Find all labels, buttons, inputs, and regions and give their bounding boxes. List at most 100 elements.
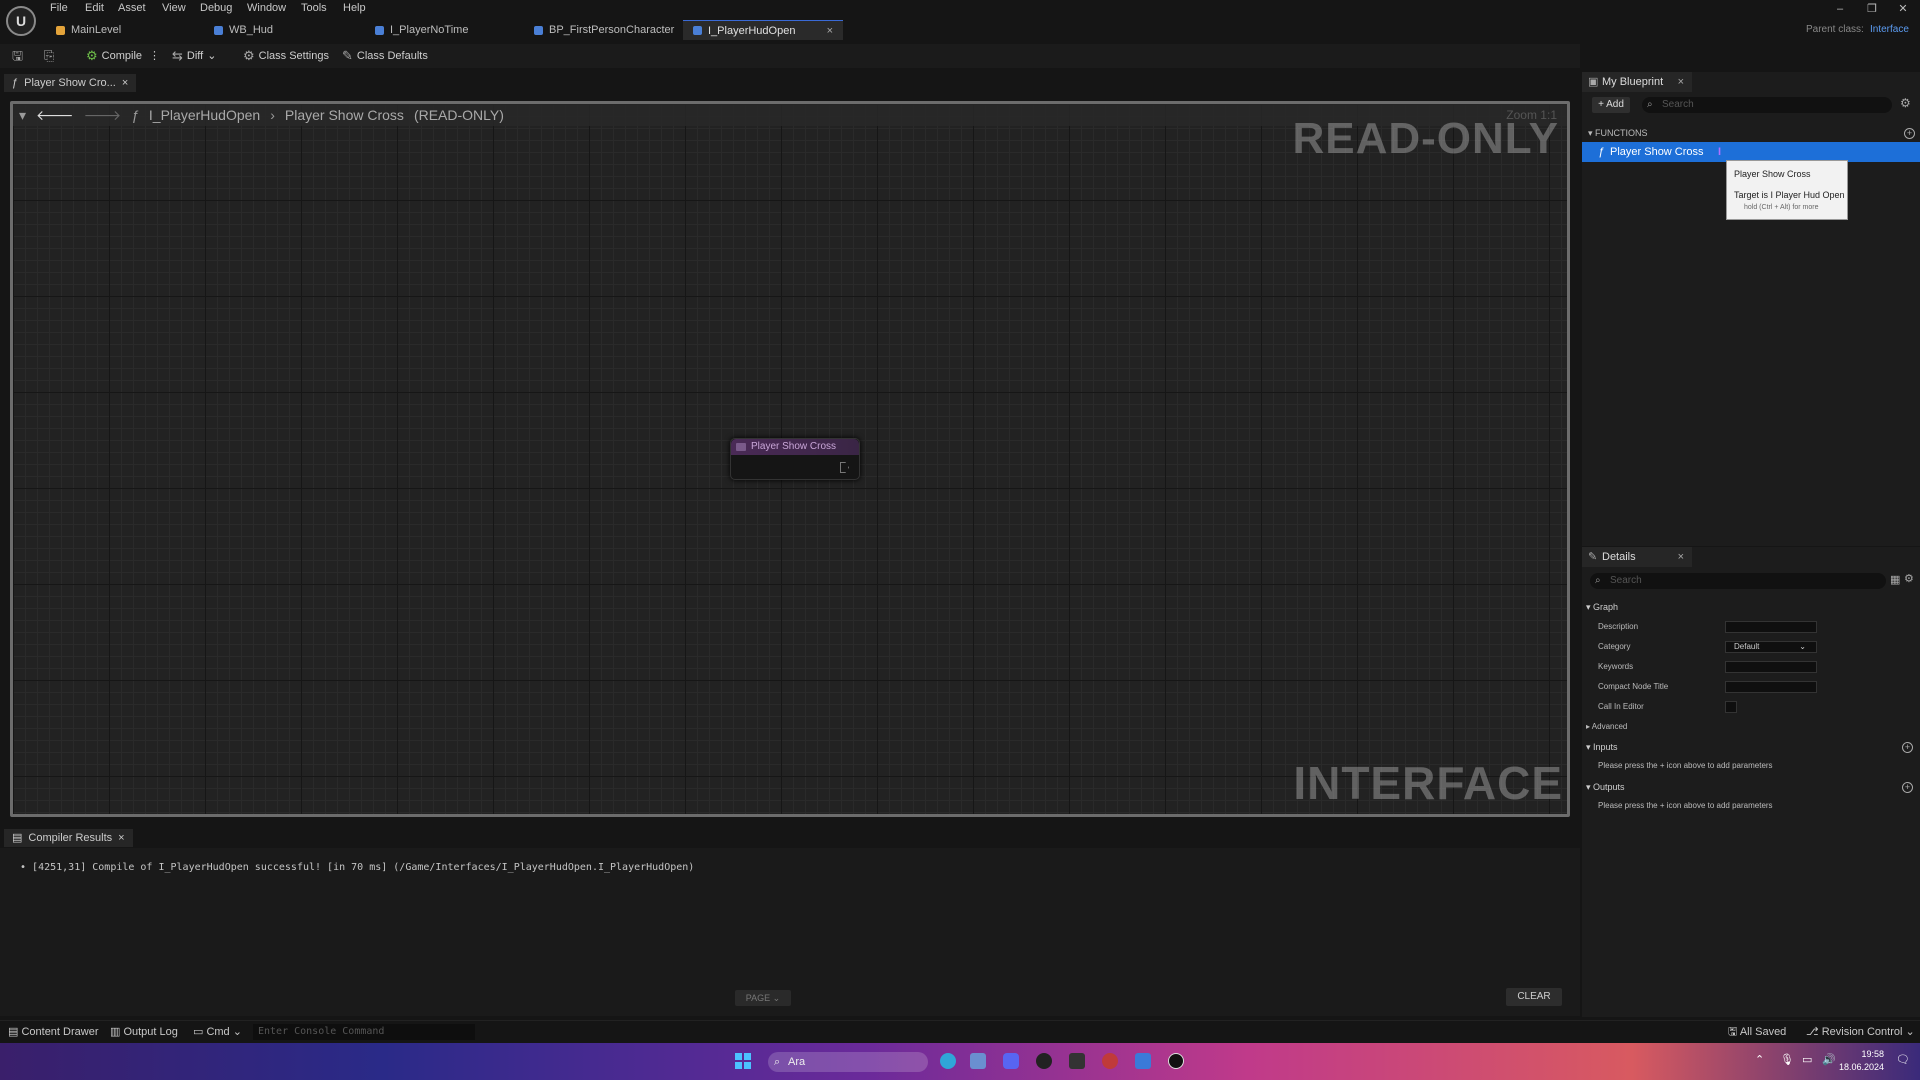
keywords-field[interactable] bbox=[1725, 661, 1817, 673]
compiler-message-text: [4251,31] Compile of I_PlayerHudOpen suc… bbox=[32, 862, 695, 873]
my-blueprint-search-input[interactable]: ⌕ Search bbox=[1642, 97, 1892, 113]
details-search-input[interactable]: ⌕ Search bbox=[1590, 573, 1886, 589]
chevron-up-icon[interactable]: ⌃ bbox=[1755, 1053, 1764, 1066]
tab-my-blueprint[interactable]: ▣ My Blueprint × bbox=[1582, 72, 1692, 92]
tab-i-playernotime[interactable]: I_PlayerNoTime bbox=[375, 20, 468, 40]
all-saved-indicator[interactable]: 🖫 All Saved bbox=[1728, 1024, 1786, 1040]
obs-icon[interactable] bbox=[1102, 1053, 1118, 1069]
microphone-icon[interactable]: 🎙 bbox=[1780, 1053, 1794, 1066]
discord-icon[interactable] bbox=[1003, 1053, 1019, 1069]
menu-view[interactable]: View bbox=[162, 0, 186, 16]
diff-label: Diff bbox=[186, 50, 204, 62]
save-icon[interactable]: 🖫 bbox=[12, 46, 23, 66]
close-icon[interactable]: × bbox=[1678, 547, 1684, 567]
function-node[interactable]: Player Show Cross bbox=[730, 438, 860, 480]
inputs-section-header[interactable]: ▾ Inputs bbox=[1586, 740, 1618, 754]
node-function-icon bbox=[736, 443, 746, 451]
tab-i-playerhudopen[interactable]: I_PlayerHudOpen × bbox=[683, 20, 843, 40]
menu-tools[interactable]: Tools bbox=[301, 0, 327, 16]
content-drawer-button[interactable]: ▤ Content Drawer bbox=[8, 1024, 99, 1040]
page-button[interactable]: PAGE ⌄ bbox=[735, 990, 791, 1006]
app-icon[interactable] bbox=[970, 1053, 986, 1069]
parent-class-label: Parent class: bbox=[1806, 24, 1864, 35]
graph-section-header[interactable]: ▾ Graph bbox=[1586, 600, 1618, 614]
compact-title-field[interactable] bbox=[1725, 681, 1817, 693]
forward-arrow-icon[interactable]: 🡒 bbox=[84, 107, 122, 124]
tab-details[interactable]: ✎ Details × bbox=[1582, 547, 1692, 567]
functions-section-header[interactable]: ▾ FUNCTIONS bbox=[1588, 126, 1913, 140]
add-function-icon[interactable]: + bbox=[1904, 128, 1915, 139]
unreal-taskbar-icon[interactable] bbox=[1168, 1053, 1184, 1069]
browse-icon[interactable]: ⎘ bbox=[44, 46, 54, 66]
notification-icon[interactable]: 🗨 bbox=[1896, 1053, 1910, 1066]
menu-edit[interactable]: Edit bbox=[85, 0, 104, 16]
close-icon[interactable]: × bbox=[1678, 72, 1684, 92]
table-view-icon[interactable]: ▦ bbox=[1890, 573, 1900, 586]
menu-debug[interactable]: Debug bbox=[200, 0, 232, 16]
clock-time: 19:58 bbox=[1861, 1049, 1884, 1059]
add-input-icon[interactable]: + bbox=[1902, 742, 1913, 753]
restore-icon[interactable]: ❐ bbox=[1862, 2, 1882, 16]
tab-bp-firstpersoncharacter[interactable]: BP_FirstPersonCharacter bbox=[534, 20, 674, 40]
menu-help[interactable]: Help bbox=[343, 0, 366, 16]
output-log-button[interactable]: ▥ Output Log bbox=[110, 1024, 178, 1040]
tab-mainlevel[interactable]: MainLevel bbox=[56, 20, 121, 40]
diff-button[interactable]: ⇆ Diff ⌄ bbox=[172, 46, 216, 66]
breadcrumb-root[interactable]: I_PlayerHudOpen bbox=[149, 107, 260, 123]
cmd-dropdown[interactable]: ▭ Cmd ⌄ bbox=[193, 1024, 242, 1040]
parent-class-link[interactable]: Interface bbox=[1870, 24, 1909, 35]
breadcrumb-current[interactable]: Player Show Cross bbox=[285, 107, 404, 123]
taskbar-clock[interactable]: 19:58 18.06.2024 bbox=[1839, 1048, 1884, 1074]
level-icon bbox=[56, 25, 65, 35]
close-icon[interactable]: × bbox=[122, 74, 128, 92]
tab-compiler-results[interactable]: ▤ Compiler Results × bbox=[4, 829, 133, 847]
taskbar-search-input[interactable]: ⌕ Ara bbox=[768, 1052, 928, 1072]
epic-games-icon[interactable] bbox=[1069, 1053, 1085, 1069]
add-button[interactable]: + Add bbox=[1592, 97, 1630, 113]
advanced-section-header[interactable]: ▸ Advanced bbox=[1586, 720, 1627, 734]
category-value: Default bbox=[1734, 642, 1760, 651]
close-icon[interactable]: × bbox=[118, 829, 124, 847]
content-drawer-label: Content Drawer bbox=[21, 1026, 99, 1038]
close-icon[interactable]: × bbox=[827, 21, 833, 41]
section-label: Inputs bbox=[1593, 742, 1618, 752]
window-close-icon[interactable]: ✕ bbox=[1893, 2, 1913, 16]
function-item-player-show-cross[interactable]: ƒ Player Show Cross I bbox=[1582, 142, 1920, 162]
compile-options-icon[interactable]: ⋮ bbox=[149, 46, 160, 66]
menu-asset[interactable]: Asset bbox=[118, 0, 146, 16]
clear-button[interactable]: CLEAR bbox=[1506, 988, 1562, 1006]
windows-start-icon[interactable] bbox=[735, 1053, 751, 1069]
add-output-icon[interactable]: + bbox=[1902, 782, 1913, 793]
graph-menu-icon[interactable]: ▾ bbox=[19, 107, 26, 124]
minimize-icon[interactable]: – bbox=[1830, 2, 1850, 16]
tab-player-show-cross[interactable]: ƒ Player Show Cro... × bbox=[4, 74, 137, 92]
tab-wb-hud[interactable]: WB_Hud bbox=[214, 20, 273, 40]
call-in-editor-checkbox[interactable] bbox=[1725, 701, 1737, 713]
blueprint-graph[interactable]: ▾ 🡐 🡒 ƒ I_PlayerHudOpen › Player Show Cr… bbox=[10, 101, 1570, 817]
notepad-icon[interactable] bbox=[1135, 1053, 1151, 1069]
network-icon[interactable]: ▭ bbox=[1802, 1053, 1812, 1066]
github-icon[interactable] bbox=[1036, 1053, 1052, 1069]
category-dropdown[interactable]: Default ⌄ bbox=[1725, 641, 1817, 653]
unreal-logo-icon[interactable]: U bbox=[6, 6, 36, 36]
cmd-label: Cmd bbox=[206, 1026, 230, 1038]
tooltip-title: Player Show Cross bbox=[1734, 169, 1811, 179]
class-settings-button[interactable]: ⚙ Class Settings bbox=[243, 46, 329, 66]
widget-icon bbox=[214, 25, 223, 35]
menu-file[interactable]: File bbox=[50, 0, 68, 16]
edge-icon[interactable] bbox=[940, 1053, 956, 1069]
description-field[interactable] bbox=[1725, 621, 1817, 633]
outputs-section-header[interactable]: ▾ Outputs bbox=[1586, 780, 1625, 794]
back-arrow-icon[interactable]: 🡐 bbox=[36, 107, 74, 124]
volume-icon[interactable]: 🔊 bbox=[1822, 1053, 1836, 1066]
class-defaults-button[interactable]: ✎ Class Defaults bbox=[342, 46, 428, 66]
menu-window[interactable]: Window bbox=[247, 0, 286, 16]
console-command-input[interactable]: Enter Console Command bbox=[253, 1024, 475, 1040]
class-defaults-label: Class Defaults bbox=[356, 50, 428, 62]
exec-pin-icon[interactable] bbox=[840, 462, 849, 473]
gear-icon[interactable]: ⚙ bbox=[1900, 96, 1911, 110]
compile-button[interactable]: ⚙ Compile bbox=[86, 46, 142, 66]
search-placeholder: Search bbox=[1610, 575, 1642, 586]
revision-control-button[interactable]: ⎇ Revision Control ⌄ bbox=[1806, 1024, 1915, 1040]
gear-icon[interactable]: ⚙ bbox=[1904, 572, 1914, 585]
